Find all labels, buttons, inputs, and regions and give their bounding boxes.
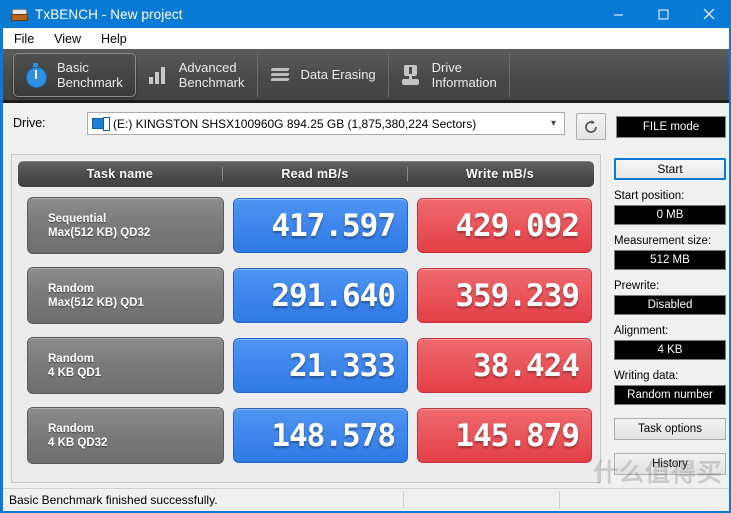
- writing-data-label: Writing data:: [614, 370, 679, 382]
- maximize-button[interactable]: [641, 0, 686, 28]
- column-header-write: Write mB/s: [407, 167, 592, 181]
- minimize-button[interactable]: [596, 0, 641, 28]
- tab-basic-benchmark[interactable]: Basic Benchmark: [13, 52, 136, 97]
- waves-icon: [268, 63, 292, 87]
- stopwatch-icon: [24, 62, 48, 88]
- task-button-random-max-qd1[interactable]: Random Max(512 KB) QD1: [27, 267, 224, 324]
- task-button-sequential-qd32[interactable]: Sequential Max(512 KB) QD32: [27, 197, 224, 254]
- task-button-random-4kb-qd32[interactable]: Random 4 KB QD32: [27, 407, 224, 464]
- task-label: Random 4 KB QD32: [48, 422, 108, 449]
- tab-data-erasing-label: Data Erasing: [300, 67, 376, 82]
- tab-drive-information-label: Drive Information: [431, 59, 497, 90]
- disk-icon: [11, 6, 28, 22]
- alignment-label: Alignment:: [614, 325, 669, 337]
- tab-advanced-benchmark[interactable]: Advanced Benchmark: [136, 52, 258, 97]
- start-position-value[interactable]: 0 MB: [614, 205, 726, 225]
- tab-advanced-benchmark-label: Advanced Benchmark: [178, 59, 245, 90]
- status-divider-1: [403, 491, 404, 509]
- refresh-icon: [585, 119, 597, 133]
- menu-bar: File View Help: [3, 28, 729, 49]
- start-position-label: Start position:: [614, 190, 685, 202]
- table-row: Sequential Max(512 KB) QD32 417.597 429.…: [18, 194, 594, 257]
- drive-select-icon: [92, 116, 110, 131]
- measurement-size-value[interactable]: 512 MB: [614, 250, 726, 270]
- refresh-button[interactable]: [576, 113, 606, 140]
- read-value: 417.597: [233, 198, 408, 253]
- tab-basic-benchmark-label: Basic Benchmark: [57, 59, 123, 90]
- settings-sidebar: Start Start position: 0 MB Measurement s…: [614, 158, 726, 475]
- status-divider-2: [559, 491, 560, 509]
- measurement-size-label: Measurement size:: [614, 235, 712, 247]
- task-label: Random Max(512 KB) QD1: [48, 282, 144, 309]
- drive-icon: [399, 63, 423, 87]
- drive-select[interactable]: (E:) KINGSTON SHSX100960G 894.25 GB (1,8…: [87, 112, 565, 135]
- tab-drive-information[interactable]: Drive Information: [389, 52, 510, 97]
- file-mode-button[interactable]: FILE mode: [616, 116, 726, 138]
- start-button[interactable]: Start: [614, 158, 726, 180]
- task-options-button[interactable]: Task options: [614, 418, 726, 440]
- table-row: Random 4 KB QD1 21.333 38.424: [18, 334, 594, 397]
- write-value: 38.424: [417, 338, 592, 393]
- prewrite-label: Prewrite:: [614, 280, 660, 292]
- drive-label: Drive:: [13, 116, 46, 130]
- window-controls: [596, 0, 729, 28]
- read-value: 148.578: [233, 408, 408, 463]
- menu-item-file[interactable]: File: [5, 30, 43, 48]
- write-value: 359.239: [417, 268, 592, 323]
- write-value: 429.092: [417, 198, 592, 253]
- task-label: Sequential Max(512 KB) QD32: [48, 212, 151, 239]
- prewrite-value[interactable]: Disabled: [614, 295, 726, 315]
- column-header-read: Read mB/s: [222, 167, 407, 181]
- alignment-value[interactable]: 4 KB: [614, 340, 726, 360]
- writing-data-value[interactable]: Random number: [614, 385, 726, 405]
- menu-item-view[interactable]: View: [45, 30, 90, 48]
- history-button[interactable]: History: [614, 453, 726, 475]
- column-header-task-name: Task name: [86, 167, 154, 181]
- chevron-down-icon: ▾: [550, 118, 556, 129]
- txbench-window: TxBENCH - New project File View Help Bas…: [0, 0, 731, 513]
- window-title: TxBENCH - New project: [35, 6, 183, 22]
- table-row: Random 4 KB QD32 148.578 145.879: [18, 404, 594, 467]
- read-value: 21.333: [233, 338, 408, 393]
- task-button-random-4kb-qd1[interactable]: Random 4 KB QD1: [27, 337, 224, 394]
- results-header: Task name Read mB/s Write mB/s: [18, 161, 594, 187]
- menu-item-help[interactable]: Help: [92, 30, 136, 48]
- status-bar: Basic Benchmark finished successfully.: [3, 488, 729, 511]
- task-label: Random 4 KB QD1: [48, 352, 102, 379]
- drive-select-value: (E:) KINGSTON SHSX100960G 894.25 GB (1,8…: [113, 116, 477, 131]
- read-value: 291.640: [233, 268, 408, 323]
- table-row: Random Max(512 KB) QD1 291.640 359.239: [18, 264, 594, 327]
- tab-strip: Basic Benchmark Advanced Benchmark Data …: [3, 49, 729, 103]
- write-value: 145.879: [417, 408, 592, 463]
- status-message: Basic Benchmark finished successfully.: [9, 493, 218, 507]
- bar-chart-icon: [146, 63, 170, 87]
- results-panel: Task name Read mB/s Write mB/s Sequentia…: [11, 154, 601, 483]
- title-bar: TxBENCH - New project: [3, 0, 729, 28]
- tab-data-erasing[interactable]: Data Erasing: [258, 52, 389, 97]
- close-button[interactable]: [686, 0, 729, 28]
